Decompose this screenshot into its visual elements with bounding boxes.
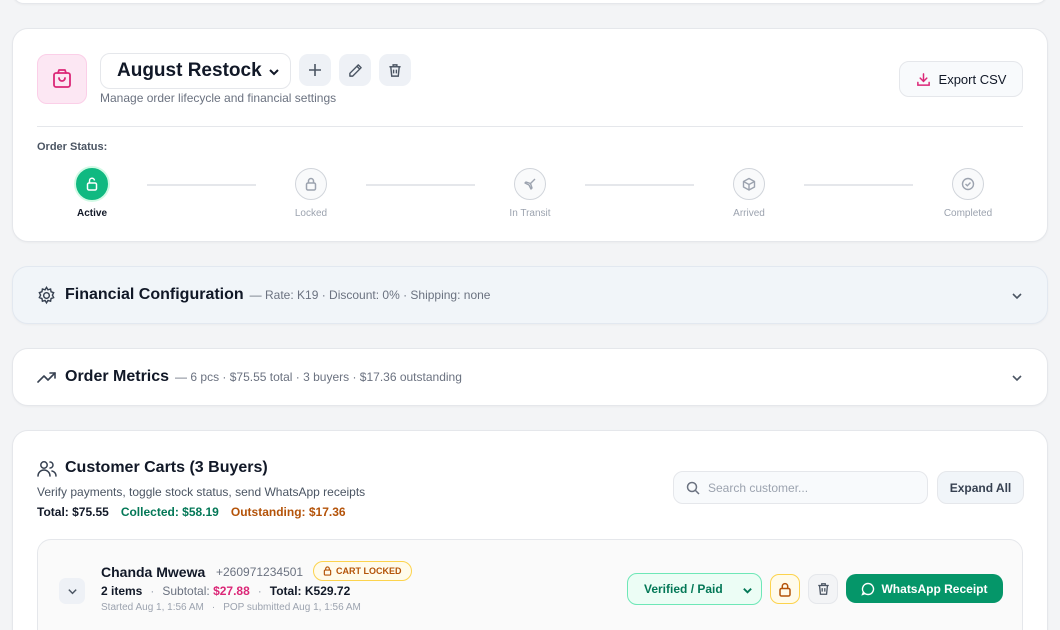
customer-name: Chanda Mwewa (101, 564, 206, 580)
payment-status-value: Verified / Paid (644, 582, 723, 596)
order-metrics-title-text: Order Metrics (65, 368, 170, 385)
status-step-label: Locked (294, 208, 328, 219)
chevron-down-icon[interactable] (1011, 372, 1023, 384)
status-step-locked[interactable]: Locked (271, 168, 351, 219)
pencil-icon (348, 63, 362, 77)
financial-config-title: Financial Configuration — Rate: K19 · Dis… (65, 286, 490, 304)
customer-search[interactable] (673, 471, 928, 504)
financial-config-title-text: Financial Configuration (65, 286, 244, 303)
order-card: August Restock Manage order lifecycle an… (12, 28, 1048, 242)
total-amount: Total: $75.55 (37, 505, 109, 519)
status-step-label: Active (76, 208, 107, 219)
order-metrics-section[interactable]: Order Metrics — 6 pcs · $75.55 total · 3 … (12, 348, 1048, 406)
export-csv-button[interactable]: Export CSV (899, 61, 1023, 97)
chevron-down-icon (67, 588, 77, 594)
whatsapp-receipt-button[interactable]: WhatsApp Receipt (846, 574, 1003, 603)
gear-icon (38, 286, 55, 305)
lock-icon (295, 168, 327, 200)
whatsapp-receipt-label: WhatsApp Receipt (881, 581, 988, 596)
toggle-lock-button[interactable] (770, 574, 800, 604)
add-order-button[interactable] (299, 54, 331, 86)
chevron-down-icon (743, 588, 752, 594)
whatsapp-icon (861, 582, 875, 596)
customer-carts-subtitle: Verify payments, toggle stock status, se… (37, 485, 366, 499)
cart-totals: Total: $75.55 Collected: $58.19 Outstandin… (37, 505, 358, 519)
edit-order-button[interactable] (339, 54, 371, 86)
unlock-icon (76, 168, 108, 200)
cart-summary: 2 items · Subtotal: $27.88 · Total: K529.72 (101, 584, 351, 598)
previous-card (12, 0, 1048, 4)
delete-cart-button[interactable] (808, 574, 838, 604)
order-select[interactable]: August Restock (100, 53, 291, 89)
export-csv-label: Export CSV (938, 71, 1007, 87)
items-count: 2 items (101, 584, 143, 598)
subtotal-value: $27.88 (213, 584, 250, 598)
trash-icon (817, 583, 829, 595)
step-connector (804, 184, 913, 186)
cart-locked-badge: CART LOCKED (313, 561, 412, 581)
started-time: Started Aug 1, 1:56 AM (101, 602, 204, 613)
financial-config-section[interactable]: Financial Configuration — Rate: K19 · Dis… (12, 266, 1048, 324)
package-icon (733, 168, 765, 200)
trending-up-icon (37, 372, 56, 383)
collected-amount: Collected: $58.19 (120, 505, 219, 519)
search-icon (686, 481, 700, 495)
expand-row-button[interactable] (59, 578, 85, 604)
trash-icon (389, 63, 401, 77)
status-step-label: In Transit (509, 208, 551, 219)
cart-locked-text: CART LOCKED (336, 566, 402, 576)
download-icon (916, 72, 930, 86)
step-connector (147, 184, 256, 186)
plus-icon (309, 64, 321, 76)
cart-row: Chanda Mwewa +260971234501 CART LOCKED 2… (37, 539, 1023, 630)
users-icon (37, 461, 57, 477)
customer-phone: +260971234501 (216, 565, 304, 579)
plane-icon (514, 168, 546, 200)
order-subtitle: Manage order lifecycle and financial set… (100, 91, 337, 105)
payment-status-select[interactable]: Verified / Paid (627, 573, 762, 605)
pop-submitted-time: POP submitted Aug 1, 1:56 AM (223, 602, 361, 613)
financial-config-summary: — Rate: K19 · Discount: 0% · Shipping: n… (249, 288, 491, 302)
divider (37, 126, 1023, 127)
expand-all-button[interactable]: Expand All (937, 471, 1024, 504)
order-metrics-title: Order Metrics — 6 pcs · $75.55 total · 3 … (65, 368, 462, 386)
lock-icon (779, 582, 791, 597)
status-step-label: Completed (943, 208, 993, 219)
status-step-label: Arrived (733, 208, 765, 219)
step-connector (366, 184, 475, 186)
delete-order-button[interactable] (379, 54, 411, 86)
chevron-down-icon[interactable] (1011, 290, 1023, 302)
status-step-arrived[interactable]: Arrived (709, 168, 789, 219)
status-step-completed[interactable]: Completed (928, 168, 1008, 219)
order-metrics-summary: — 6 pcs · $75.55 total · 3 buyers · $17.… (175, 370, 462, 384)
cart-total: Total: K529.72 (269, 584, 351, 598)
chevron-down-icon (269, 69, 279, 76)
outstanding-amount: Outstanding: $17.36 (230, 505, 346, 519)
step-connector (585, 184, 694, 186)
check-circle-icon (952, 168, 984, 200)
cart-timestamps: Started Aug 1, 1:56 AM · POP submitted Aug… (101, 602, 361, 613)
subtotal-label: Subtotal: (162, 584, 210, 598)
status-step-active[interactable]: Active (52, 168, 132, 219)
order-status-label: Order Status: (37, 141, 108, 153)
lock-icon (323, 566, 332, 576)
status-step-in-transit[interactable]: In Transit (490, 168, 570, 219)
customer-carts-title: Customer Carts (3 Buyers) (65, 459, 268, 476)
customer-carts-section: Customer Carts (3 Buyers) Verify payment… (12, 430, 1048, 630)
order-select-value: August Restock (117, 60, 262, 81)
shopping-bag-icon (37, 54, 87, 104)
search-input[interactable] (708, 480, 908, 495)
